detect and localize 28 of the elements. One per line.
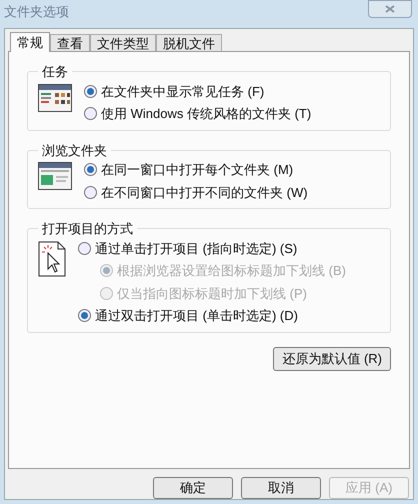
group-title: 浏览文件夹: [41, 142, 108, 160]
tab[interactable]: 常规: [10, 32, 50, 52]
group-title: 任务: [41, 63, 69, 81]
radio-button[interactable]: [78, 309, 91, 322]
folder-window-icon: [38, 162, 72, 190]
radio-option[interactable]: 在同一窗口中打开每个文件夹 (M): [84, 160, 308, 180]
close-button[interactable]: [368, 0, 412, 18]
window-title: 文件夹选项: [4, 3, 69, 21]
radio-button[interactable]: [78, 242, 91, 255]
radio-option[interactable]: 在文件夹中显示常见任务 (F): [84, 82, 312, 101]
radio-button[interactable]: [84, 163, 97, 176]
radio-option[interactable]: 使用 Windows 传统风格的文件夹 (T): [84, 104, 312, 124]
dialog-button[interactable]: 确定: [153, 477, 233, 499]
folder-tasks-icon: [38, 84, 72, 112]
tab[interactable]: 脱机文件: [156, 34, 222, 51]
group-title: 打开项目的方式: [41, 220, 134, 238]
radio-option[interactable]: 在不同窗口中打开不同的文件夹 (W): [84, 182, 308, 202]
radio-option[interactable]: 通过双击打开项目 (单击时选定) (D): [78, 306, 346, 326]
close-icon: [385, 5, 395, 13]
radio-button[interactable]: [84, 107, 97, 120]
radio-option[interactable]: 通过单击打开项目 (指向时选定) (S): [78, 238, 346, 258]
radio-button[interactable]: [84, 84, 97, 98]
restore-defaults-button[interactable]: 还原为默认值 (R): [273, 346, 391, 370]
dialog-button[interactable]: 取消: [241, 477, 321, 499]
radio-button[interactable]: [84, 186, 97, 199]
tab[interactable]: 文件类型: [90, 34, 156, 51]
cursor-document-icon: [38, 240, 66, 276]
tab[interactable]: 查看: [50, 34, 90, 51]
